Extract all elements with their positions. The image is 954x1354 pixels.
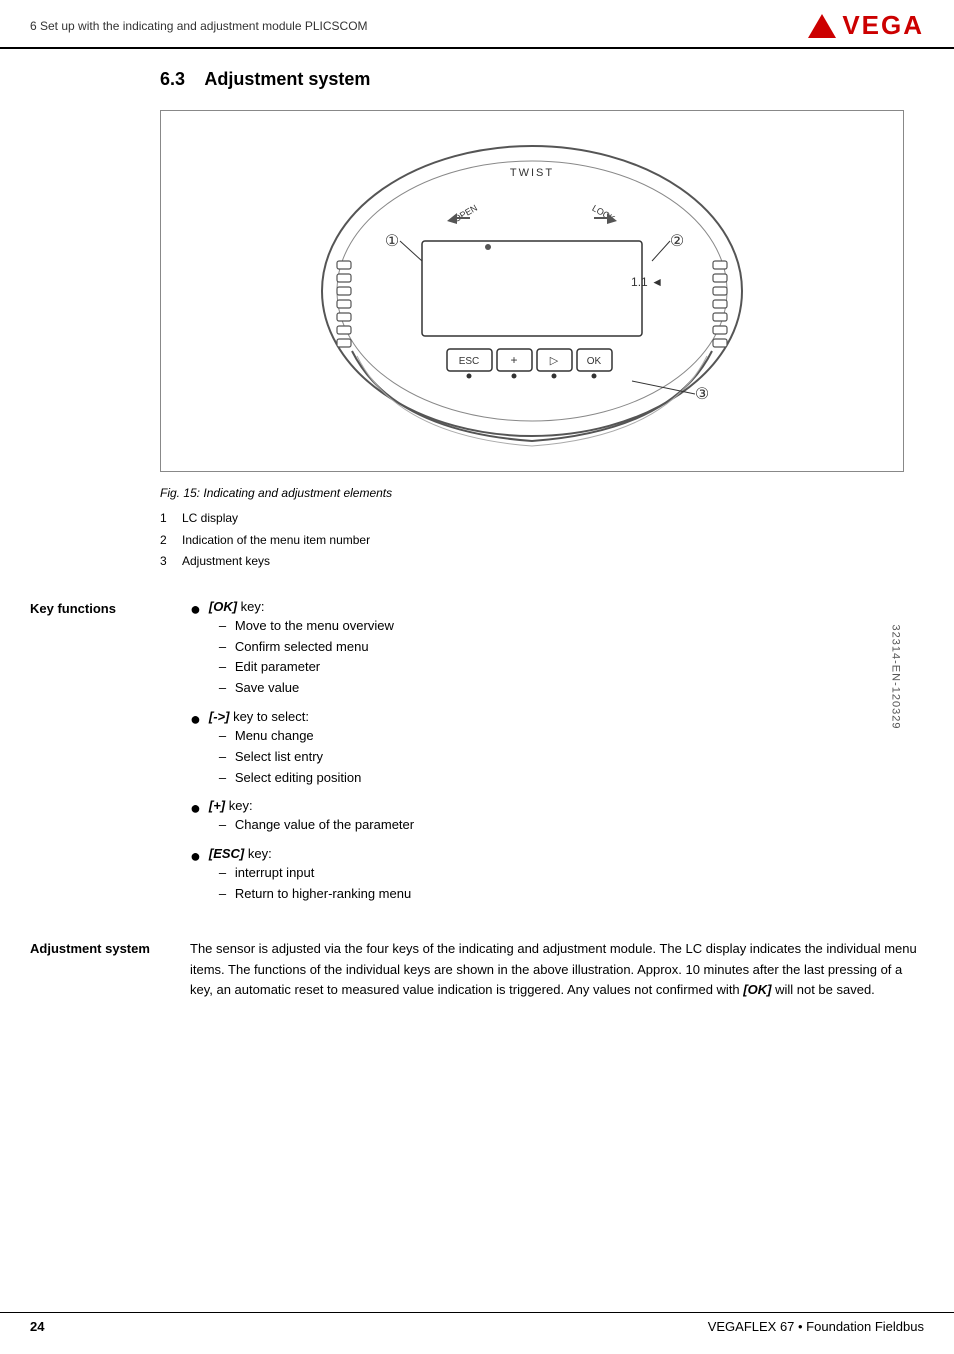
- svg-text:+: +: [510, 353, 517, 367]
- svg-text:▷: ▷: [550, 355, 559, 367]
- esc-key-label: [ESC]: [209, 846, 244, 861]
- svg-text:ESC: ESC: [459, 356, 480, 367]
- header: 6 Set up with the indicating and adjustm…: [0, 0, 954, 49]
- figure-item-2: 2 Indication of the menu item number: [160, 530, 924, 552]
- arrow-sub-item-3: –Select editing position: [219, 768, 924, 789]
- bullet-ok: ●: [190, 600, 201, 618]
- bullet-plus: ●: [190, 799, 201, 817]
- ok-sub-item-4: –Save value: [219, 678, 924, 699]
- arrow-sub-list: –Menu change –Select list entry –Select …: [209, 726, 924, 788]
- arrow-key-label: [->]: [209, 709, 230, 724]
- arrow-key-item: ● [->] key to select: –Menu change –Sele…: [190, 709, 924, 788]
- svg-text:③: ③: [695, 386, 709, 403]
- device-illustration: TWIST OPEN LOCK: [181, 131, 883, 451]
- figure-item-3: 3 Adjustment keys: [160, 551, 924, 573]
- ok-key-item: ● [OK] key: –Move to the menu overview –…: [190, 599, 924, 699]
- figure-container: TWIST OPEN LOCK: [160, 110, 904, 472]
- plus-sub-list: –Change value of the parameter: [209, 815, 924, 836]
- adjustment-system-label: Adjustment system: [30, 939, 180, 1001]
- arrow-sub-item-1: –Menu change: [219, 726, 924, 747]
- bullet-arrow: ●: [190, 710, 201, 728]
- footer: 24 VEGAFLEX 67 • Foundation Fieldbus: [0, 1312, 954, 1334]
- key-functions-content: ● [OK] key: –Move to the menu overview –…: [190, 599, 924, 915]
- section-number: 6.3: [160, 69, 185, 89]
- svg-text:1.1 ◄: 1.1 ◄: [631, 275, 663, 289]
- ok-sub-item-2: –Confirm selected menu: [219, 637, 924, 658]
- section-title-text: Adjustment system: [204, 69, 370, 89]
- svg-text:②: ②: [670, 233, 684, 250]
- esc-key-suffix: key:: [244, 846, 271, 861]
- ok-key-label: [OK]: [209, 599, 237, 614]
- plus-key-suffix: key:: [225, 798, 252, 813]
- plus-key-item: ● [+] key: –Change value of the paramete…: [190, 798, 924, 836]
- device-svg: TWIST OPEN LOCK: [292, 131, 772, 451]
- arrow-sub-item-2: –Select list entry: [219, 747, 924, 768]
- figure-items-list: 1 LC display 2 Indication of the menu it…: [160, 508, 924, 573]
- adjustment-ok-bold: [OK]: [743, 982, 771, 997]
- arrow-key-suffix: key to select:: [229, 709, 308, 724]
- esc-key-item: ● [ESC] key: –interrupt input –Return to…: [190, 846, 924, 905]
- vega-logo: VEGA: [842, 10, 924, 41]
- adjustment-system-content: The sensor is adjusted via the four keys…: [190, 939, 924, 1001]
- plus-key-content: [+] key: –Change value of the parameter: [209, 798, 924, 836]
- ok-sub-list: –Move to the menu overview –Confirm sele…: [209, 616, 924, 699]
- vega-triangle-icon: [808, 14, 836, 38]
- ok-sub-item-3: –Edit parameter: [219, 657, 924, 678]
- esc-sub-item-2: –Return to higher-ranking menu: [219, 884, 924, 905]
- ok-key-content: [OK] key: –Move to the menu overview –Co…: [209, 599, 924, 699]
- esc-sub-list: –interrupt input –Return to higher-ranki…: [209, 863, 924, 905]
- key-list: ● [OK] key: –Move to the menu overview –…: [190, 599, 924, 905]
- adjustment-system-section: Adjustment system The sensor is adjusted…: [30, 939, 924, 1001]
- svg-text:①: ①: [385, 233, 399, 250]
- bullet-esc: ●: [190, 847, 201, 865]
- plus-key-label: [+]: [209, 798, 225, 813]
- doc-number: 32314-EN-120329: [890, 625, 902, 730]
- esc-key-content: [ESC] key: –interrupt input –Return to h…: [209, 846, 924, 905]
- adjustment-text-end: will not be saved.: [771, 982, 874, 997]
- header-text: 6 Set up with the indicating and adjustm…: [30, 19, 368, 33]
- figure-item-1: 1 LC display: [160, 508, 924, 530]
- ok-sub-item-1: –Move to the menu overview: [219, 616, 924, 637]
- key-functions-section: Key functions ● [OK] key: –Move to the m…: [30, 599, 924, 915]
- key-functions-label: Key functions: [30, 599, 180, 915]
- footer-page-number: 24: [30, 1319, 44, 1334]
- section-title: 6.3 Adjustment system: [160, 69, 924, 90]
- vega-logo-container: VEGA: [808, 10, 924, 41]
- esc-sub-item-1: –interrupt input: [219, 863, 924, 884]
- footer-product-name: VEGAFLEX 67 • Foundation Fieldbus: [708, 1319, 924, 1334]
- ok-key-suffix: key:: [237, 599, 264, 614]
- plus-sub-item-1: –Change value of the parameter: [219, 815, 924, 836]
- svg-text:TWIST: TWIST: [510, 167, 554, 179]
- main-content: 6.3 Adjustment system TWIST OPEN: [0, 49, 954, 1021]
- figure-caption: Fig. 15: Indicating and adjustment eleme…: [160, 486, 924, 500]
- svg-text:OK: OK: [587, 356, 602, 367]
- arrow-key-content: [->] key to select: –Menu change –Select…: [209, 709, 924, 788]
